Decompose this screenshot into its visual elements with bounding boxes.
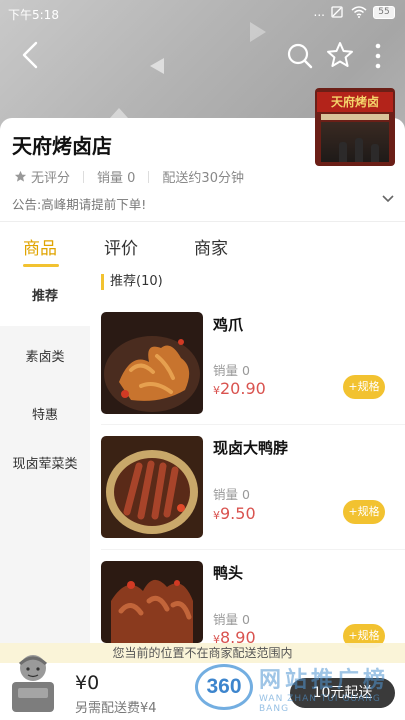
- store-rating: 无评分: [31, 171, 71, 186]
- wifi-icon: [351, 6, 367, 18]
- no-sim-icon: [331, 6, 343, 18]
- category-sidebar: 推荐 素卤类 特惠 现卤荤菜类: [0, 268, 90, 648]
- add-spec-button[interactable]: +规格: [343, 500, 385, 524]
- store-sales: 销量 0: [97, 171, 136, 186]
- store-photo-sign: 天府烤卤: [317, 92, 393, 112]
- store-photo-entrance: [321, 122, 389, 162]
- section-title: 推荐(10): [101, 274, 163, 290]
- chevron-down-icon[interactable]: [381, 192, 395, 206]
- tab-products[interactable]: 商品: [23, 234, 57, 259]
- cart-mascot-icon[interactable]: [8, 650, 58, 712]
- search-icon[interactable]: [286, 42, 314, 70]
- product-sales: 销量 0: [213, 487, 250, 502]
- row-divider: [101, 424, 405, 425]
- status-right: ... 55: [314, 5, 395, 19]
- price-value: 20.90: [220, 379, 266, 398]
- currency-symbol: ¥: [213, 509, 220, 522]
- person-figure: [371, 144, 379, 162]
- product-name: 鸭头: [213, 564, 244, 582]
- product-name: 鸡爪: [213, 316, 244, 334]
- product-price: ¥9.50: [213, 504, 256, 523]
- battery-indicator: 55: [373, 5, 395, 19]
- tab-reviews[interactable]: 评价: [104, 234, 138, 259]
- store-meta: 无评分 销量 0 配送约30分钟: [14, 167, 244, 186]
- back-arrow-icon[interactable]: [18, 40, 42, 70]
- store-tabs: 商品 评价 商家: [0, 222, 405, 268]
- product-sales: 销量 0: [213, 612, 250, 627]
- meta-divider: [148, 170, 150, 183]
- active-tab-indicator: [23, 264, 59, 267]
- category-special-offer[interactable]: 特惠: [0, 404, 90, 423]
- category-vegetarian[interactable]: 素卤类: [0, 346, 90, 365]
- meta-divider: [83, 170, 85, 183]
- row-divider: [101, 549, 405, 550]
- status-bar: 下午5:18 ... 55: [0, 0, 405, 26]
- signal-dots: ...: [313, 5, 325, 19]
- rating-star-icon: [14, 170, 27, 182]
- product-sales: 销量 0: [213, 363, 250, 378]
- favorite-star-icon[interactable]: [326, 41, 354, 69]
- delivery-fee: 另需配送费¥4: [75, 701, 157, 716]
- product-image[interactable]: [101, 561, 203, 643]
- add-spec-button[interactable]: +规格: [343, 375, 385, 399]
- category-fresh-meat[interactable]: 现卤荤菜类: [0, 456, 90, 473]
- store-photo-banner: [321, 114, 389, 120]
- product-price: ¥20.90: [213, 379, 266, 398]
- currency-symbol: ¥: [213, 384, 220, 397]
- store-notice[interactable]: 公告:高峰期请提前下单!: [12, 194, 146, 213]
- store-delivery-time: 配送约30分钟: [162, 171, 244, 186]
- cart-total: ¥0: [75, 672, 100, 694]
- product-image[interactable]: [101, 436, 203, 538]
- out-of-range-tip: 您当前的位置不在商家配送范围内: [0, 643, 405, 663]
- store-name: 天府烤卤店: [12, 134, 112, 158]
- person-figure: [339, 142, 347, 162]
- status-time: 下午5:18: [8, 8, 59, 22]
- person-figure: [355, 138, 363, 162]
- decor-shape: [150, 58, 164, 74]
- product-name: 现卤大鸭脖: [213, 439, 289, 457]
- min-order-button[interactable]: 10元起送: [290, 678, 395, 708]
- price-value: 9.50: [220, 504, 256, 523]
- product-image[interactable]: [101, 312, 203, 414]
- more-options-icon[interactable]: [368, 42, 388, 70]
- store-photo: 天府烤卤: [315, 88, 395, 166]
- decor-shape: [110, 108, 128, 118]
- tab-merchant[interactable]: 商家: [194, 234, 228, 259]
- category-recommended[interactable]: 推荐: [0, 268, 90, 326]
